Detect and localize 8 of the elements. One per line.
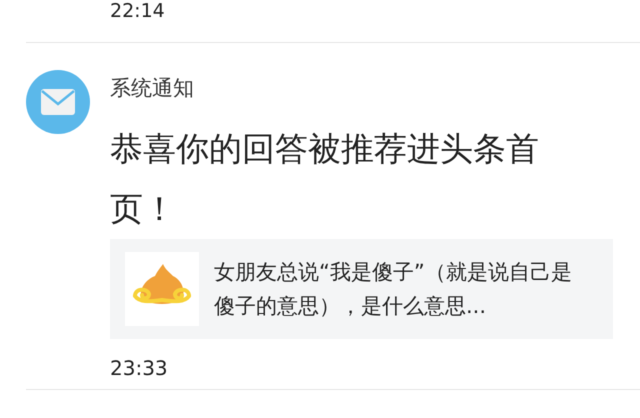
mail-icon — [26, 70, 90, 134]
notification-time: 23:33 — [110, 357, 168, 379]
notification-message: 恭喜你的回答被推荐进头条首页！ — [110, 128, 540, 230]
linked-question-card[interactable]: 女朋友总说“我是傻子”（就是说自己是傻子的意思），是什么意思... — [110, 239, 613, 339]
message-time: 22:14 — [110, 0, 165, 22]
sender-name: 系统通知 — [110, 75, 194, 101]
question-title: 女朋友总说“我是傻子”（就是说自己是傻子的意思），是什么意思... — [214, 259, 573, 320]
logo-icon — [125, 252, 199, 326]
